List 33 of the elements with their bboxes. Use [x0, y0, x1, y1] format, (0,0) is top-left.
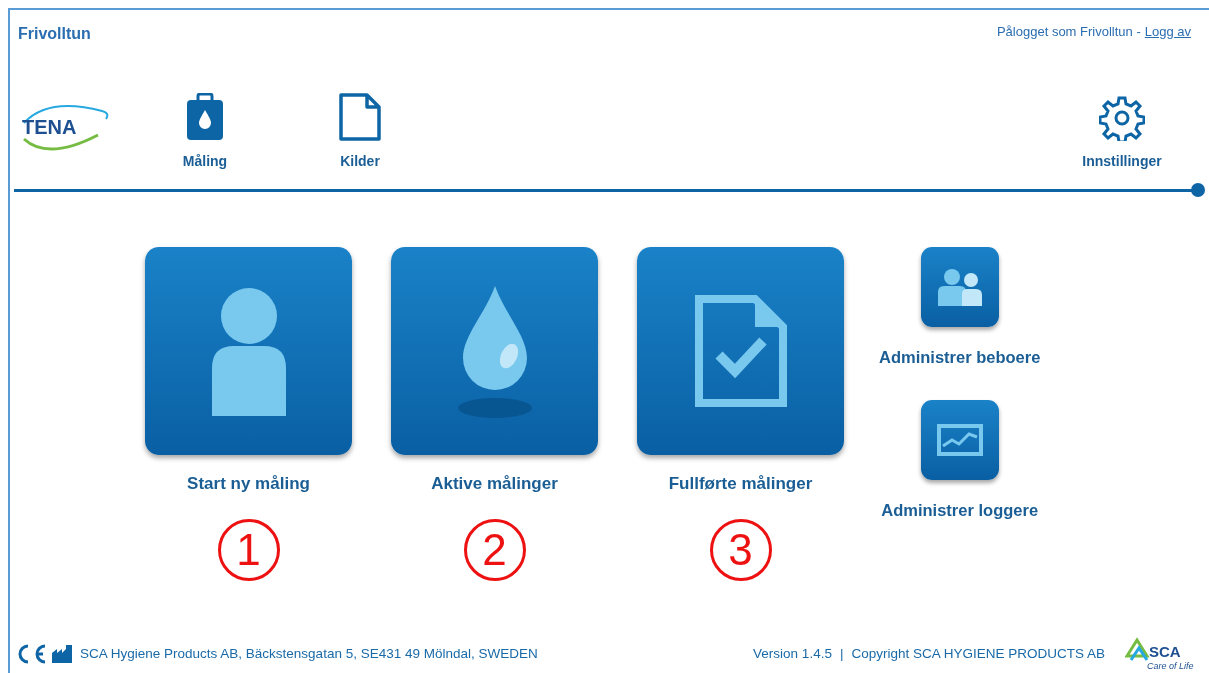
tile-button[interactable] — [145, 247, 352, 455]
step-number: 2 — [463, 518, 526, 581]
checked-document-icon — [694, 295, 787, 407]
version-text: Version 1.4.5 — [753, 644, 832, 663]
nav-item[interactable]: Måling — [160, 91, 250, 172]
tile-button[interactable] — [637, 247, 844, 455]
chart-icon — [936, 423, 983, 456]
tile-label: Administrer beboere — [879, 347, 1041, 368]
nav-item[interactable]: Kilder — [315, 91, 405, 172]
tile-button[interactable] — [920, 399, 999, 480]
tile-label: Aktive målinger — [431, 473, 558, 495]
copyright-text: Copyright SCA HYGIENE PRODUCTS AB — [851, 644, 1105, 663]
document-icon — [339, 93, 381, 141]
logout-link[interactable]: Logg av — [1144, 22, 1191, 42]
settings-icon — [1099, 95, 1145, 141]
nav-item[interactable]: Innstillinger — [1077, 91, 1167, 172]
ce-mark-icon — [16, 644, 48, 664]
logo: TENA — [18, 101, 114, 153]
step-number: 1 — [217, 518, 280, 581]
address-text: SCA Hygiene Products AB, Bäckstensgatan 5, SE431 49 Mölndal, SWEDEN — [80, 644, 538, 663]
page-title: Frivolltun — [18, 24, 91, 44]
tile-label: Fullførte målinger — [668, 473, 813, 495]
separator: | — [839, 644, 844, 663]
factory-icon — [52, 645, 72, 663]
tile-button[interactable] — [391, 247, 598, 455]
bag-icon — [186, 93, 224, 141]
tile-button[interactable] — [920, 247, 999, 327]
people-icon — [935, 268, 984, 306]
tile-label: Administrer loggere — [881, 499, 1039, 521]
step-number: 3 — [709, 518, 772, 581]
logo: SCA Care of Life — [1125, 636, 1197, 672]
login-status: Pålogget som Frivolltun - — [996, 23, 1141, 41]
tile-label: Start ny måling — [187, 473, 310, 495]
